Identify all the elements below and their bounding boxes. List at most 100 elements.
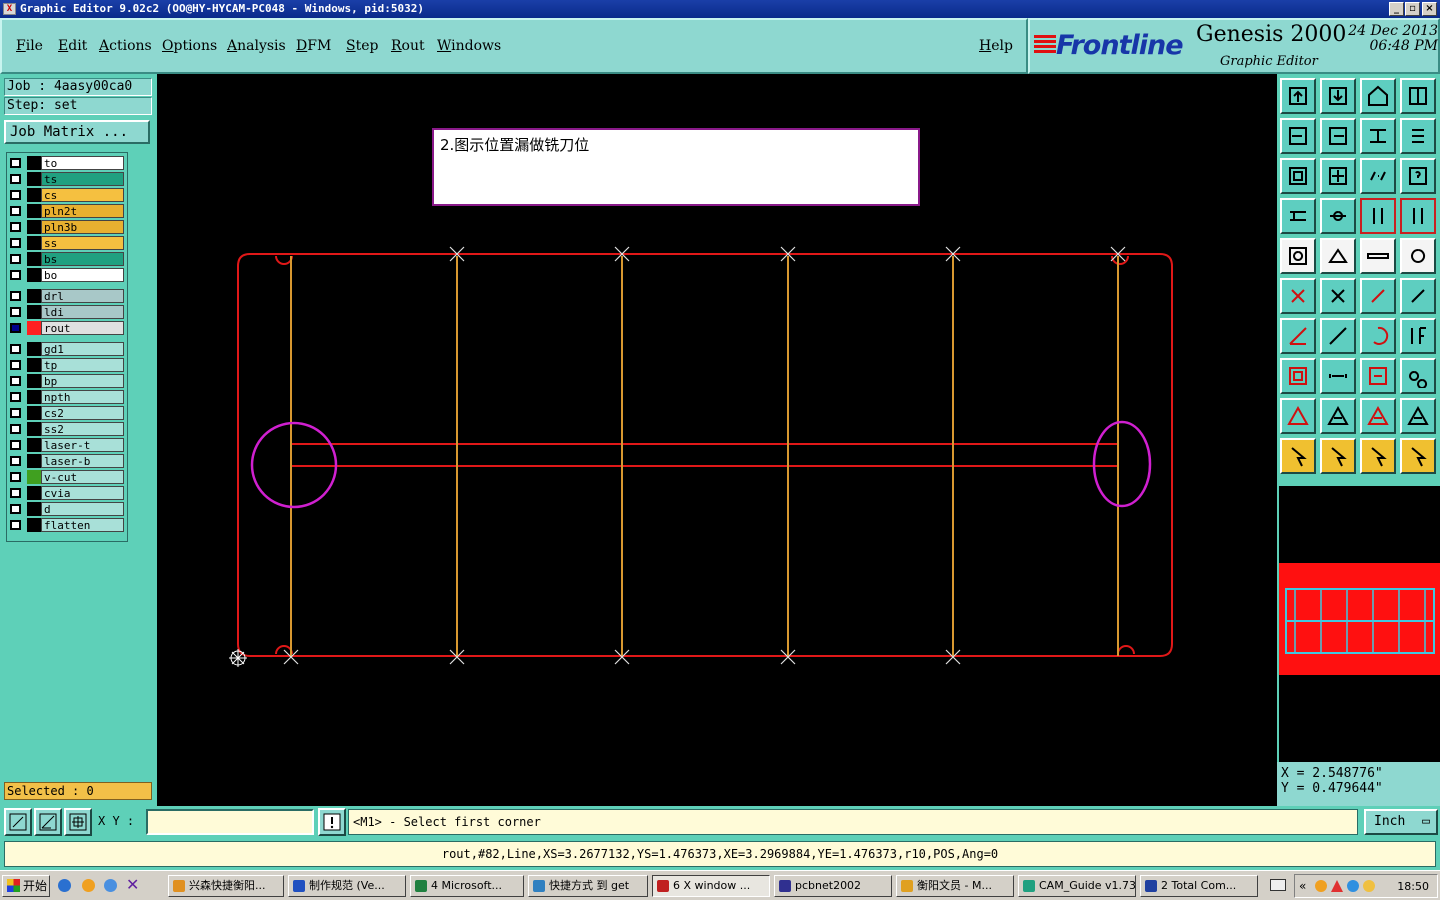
- layer-color-swatch[interactable]: [27, 358, 41, 372]
- layer-checkbox[interactable]: [10, 504, 21, 514]
- zoom-fit-icon[interactable]: [1280, 158, 1316, 194]
- box-select-icon[interactable]: [1280, 358, 1316, 394]
- layer-checkbox[interactable]: [10, 456, 21, 466]
- layer-row-npth[interactable]: npth: [7, 389, 125, 405]
- layer-color-swatch[interactable]: [27, 390, 41, 404]
- mirror-icon[interactable]: [1360, 118, 1396, 154]
- layer-color-swatch[interactable]: [27, 220, 41, 234]
- resize-icon[interactable]: [1360, 358, 1396, 394]
- layer-checkbox[interactable]: [10, 392, 21, 402]
- menu-step[interactable]: Step: [346, 38, 378, 54]
- menu-edit[interactable]: Edit: [58, 38, 87, 54]
- layer-checkbox[interactable]: [10, 270, 21, 280]
- layer-color-swatch[interactable]: [27, 438, 41, 452]
- layer-name[interactable]: drl: [41, 289, 124, 303]
- connect-icon[interactable]: [1280, 278, 1316, 314]
- units-selector[interactable]: Inch ▭: [1364, 809, 1438, 835]
- taskbar-item[interactable]: 制作规范 (Ve...: [288, 875, 406, 897]
- layer-color-swatch[interactable]: [27, 172, 41, 186]
- layer-row-v-cut[interactable]: v-cut: [7, 469, 125, 485]
- layers-alt-icon[interactable]: [1400, 198, 1436, 234]
- layer-color-swatch[interactable]: [27, 470, 41, 484]
- layer-row-to[interactable]: to: [7, 155, 125, 171]
- group-icon[interactable]: [1400, 358, 1436, 394]
- layer-row-laser-t[interactable]: laser-t: [7, 437, 125, 453]
- taskbar-item[interactable]: 2 Total Com...: [1140, 875, 1258, 897]
- menu-rout[interactable]: Rout: [391, 38, 425, 54]
- taskbar-item[interactable]: pcbnet2002: [774, 875, 892, 897]
- layer-name[interactable]: bs: [41, 252, 124, 266]
- copy-icon[interactable]: [1280, 238, 1316, 274]
- layer-name[interactable]: d: [41, 502, 124, 516]
- layer-row-drl[interactable]: drl: [7, 288, 125, 304]
- text-a2-icon[interactable]: [1360, 398, 1396, 434]
- layer-name[interactable]: ss2: [41, 422, 124, 436]
- layer-row-gd1[interactable]: gd1: [7, 341, 125, 357]
- layer-name[interactable]: cvia: [41, 486, 124, 500]
- pan-right-icon[interactable]: [1320, 118, 1356, 154]
- tray-network-icon[interactable]: [1347, 880, 1359, 892]
- layer-checkbox[interactable]: [10, 520, 21, 530]
- minimize-button[interactable]: _: [1389, 2, 1404, 16]
- download-icon[interactable]: [1320, 78, 1356, 114]
- shape-icon[interactable]: [1320, 238, 1356, 274]
- layer-name[interactable]: v-cut: [41, 470, 124, 484]
- upload-icon[interactable]: [1280, 78, 1316, 114]
- layer-color-swatch[interactable]: [27, 454, 41, 468]
- layer-name[interactable]: ldi: [41, 305, 124, 319]
- layer-color-swatch[interactable]: [27, 204, 41, 218]
- pan-left-icon[interactable]: [1280, 118, 1316, 154]
- home-icon[interactable]: [1360, 78, 1396, 114]
- line-pad-icon[interactable]: [1400, 278, 1436, 314]
- scale-1-2-icon[interactable]: [1360, 158, 1396, 194]
- layer-name[interactable]: gd1: [41, 342, 124, 356]
- text-a3-icon[interactable]: [1400, 398, 1436, 434]
- route-icon[interactable]: [1400, 318, 1436, 354]
- layer-row-pln3b[interactable]: pln3b: [7, 219, 125, 235]
- layer-color-swatch[interactable]: [27, 486, 41, 500]
- snake-icon[interactable]: [1400, 118, 1436, 154]
- arc-icon[interactable]: [1360, 318, 1396, 354]
- layer-checkbox[interactable]: [10, 323, 21, 333]
- layer-name[interactable]: flatten: [41, 518, 124, 532]
- layer-color-swatch[interactable]: [27, 518, 41, 532]
- pointer-icon[interactable]: [1280, 438, 1316, 474]
- layer-checkbox[interactable]: [10, 222, 21, 232]
- layer-color-swatch[interactable]: [27, 289, 41, 303]
- layer-color-swatch[interactable]: [27, 156, 41, 170]
- layer-row-ts[interactable]: ts: [7, 171, 125, 187]
- layer-checkbox[interactable]: [10, 472, 21, 482]
- layer-checkbox[interactable]: [10, 238, 21, 248]
- layer-row-pln2t[interactable]: pln2t: [7, 203, 125, 219]
- layer-color-swatch[interactable]: [27, 321, 41, 335]
- layer-color-swatch[interactable]: [27, 374, 41, 388]
- layer-row-bp[interactable]: bp: [7, 373, 125, 389]
- layer-checkbox[interactable]: [10, 307, 21, 317]
- tray-clock-icon[interactable]: [1315, 880, 1327, 892]
- ie-icon[interactable]: [58, 879, 71, 892]
- probe-icon[interactable]: [1320, 198, 1356, 234]
- layer-row-cvia[interactable]: cvia: [7, 485, 125, 501]
- ruler-icon[interactable]: [1360, 238, 1396, 274]
- line-icon[interactable]: [1320, 318, 1356, 354]
- layer-checkbox[interactable]: [10, 254, 21, 264]
- layer-color-swatch[interactable]: [27, 236, 41, 250]
- layer-row-ldi[interactable]: ldi: [7, 304, 125, 320]
- snap-icon[interactable]: [4, 808, 32, 836]
- menu-actions[interactable]: Actions: [99, 38, 152, 54]
- pointer-net-icon[interactable]: [1400, 438, 1436, 474]
- layer-name[interactable]: rout: [41, 321, 124, 335]
- angle-icon[interactable]: [34, 808, 62, 836]
- taskbar-item[interactable]: 衡阳文员 - M...: [896, 875, 1014, 897]
- layer-name[interactable]: cs: [41, 188, 124, 202]
- layer-checkbox[interactable]: [10, 291, 21, 301]
- layer-checkbox[interactable]: [10, 360, 21, 370]
- layer-color-swatch[interactable]: [27, 268, 41, 282]
- layer-color-swatch[interactable]: [27, 342, 41, 356]
- taskbar-item[interactable]: 6 X window ...: [652, 875, 770, 897]
- pad-icon[interactable]: [1400, 238, 1436, 274]
- layer-name[interactable]: ss: [41, 236, 124, 250]
- layer-checkbox[interactable]: [10, 488, 21, 498]
- layer-color-swatch[interactable]: [27, 422, 41, 436]
- layer-name[interactable]: to: [41, 156, 124, 170]
